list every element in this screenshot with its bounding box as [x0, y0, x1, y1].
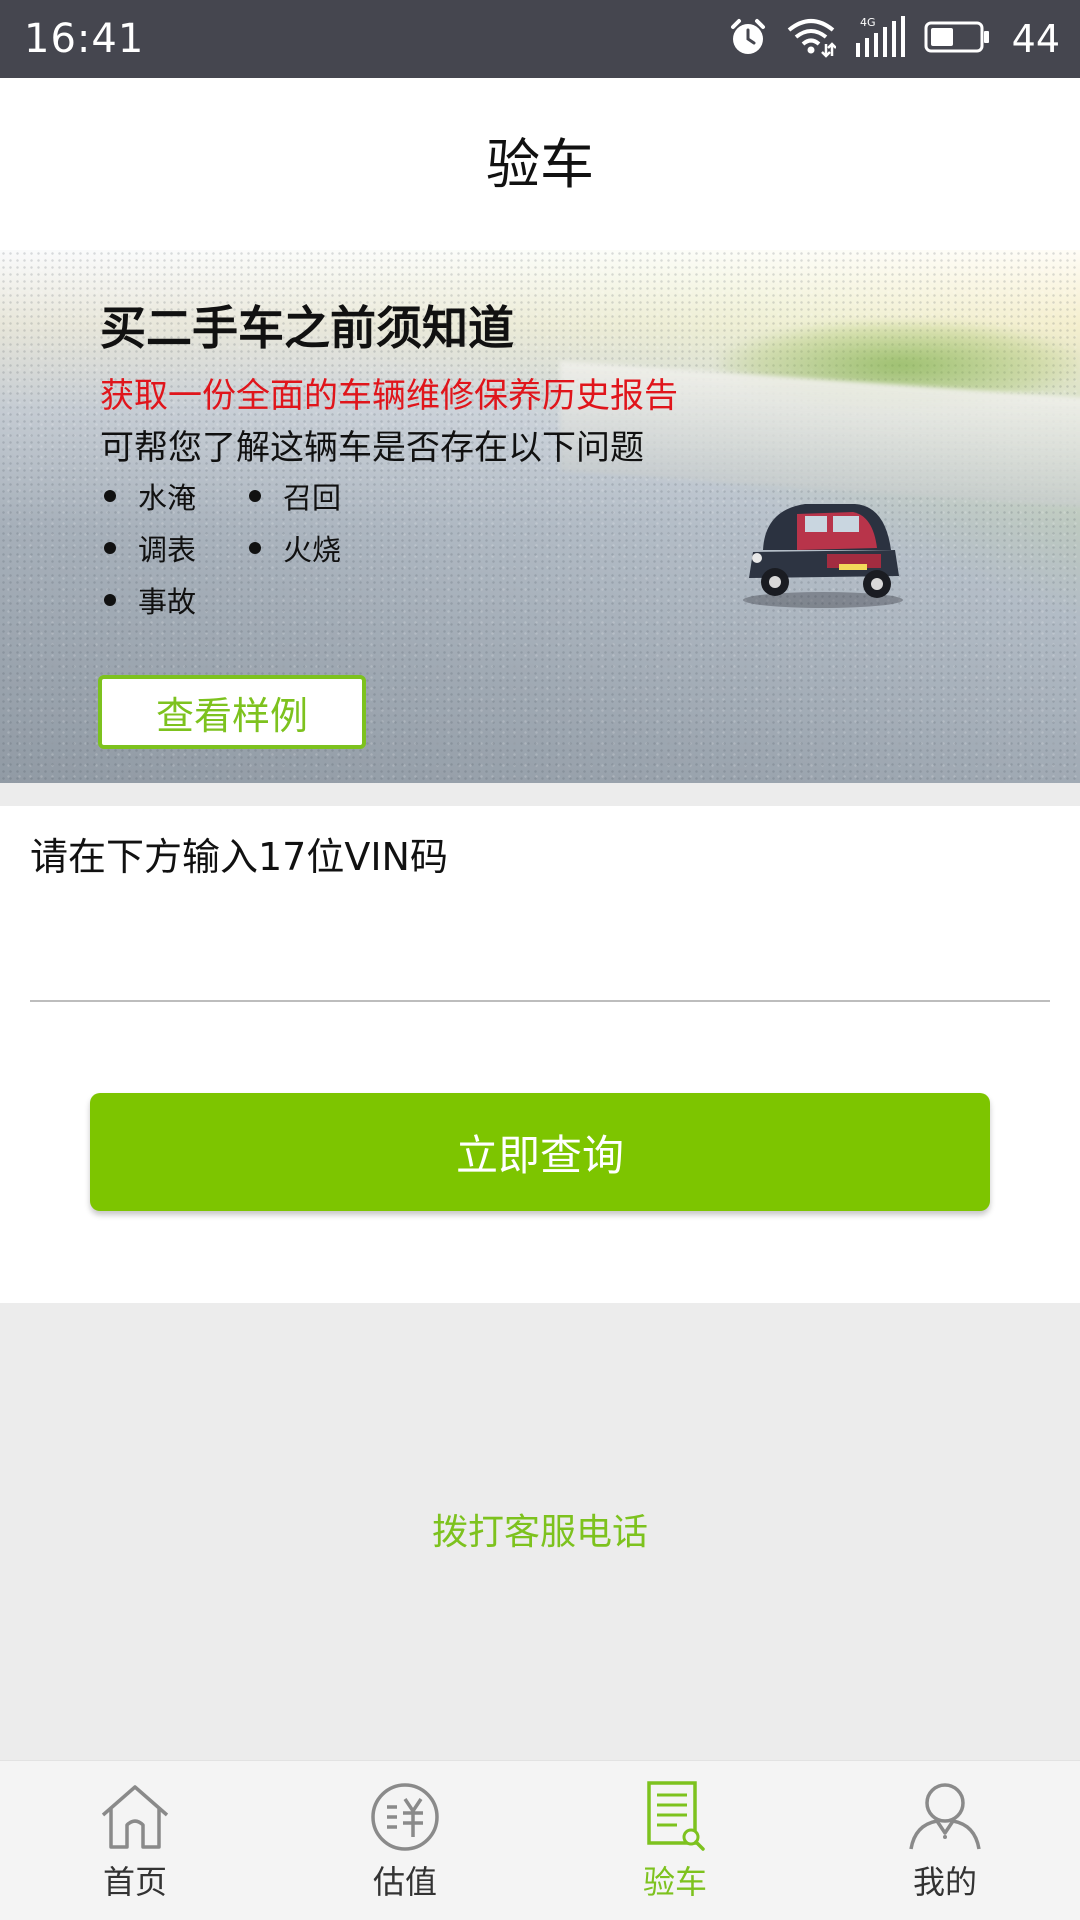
status-bar: 16:41 4G 44	[0, 0, 1080, 78]
status-time: 16:41	[24, 16, 145, 62]
issue-item: 水淹	[100, 478, 245, 515]
nav-label-valuation: 估值	[372, 1863, 437, 1901]
nav-label-home: 首页	[102, 1863, 167, 1901]
bullet-icon	[104, 542, 116, 554]
screen: 16:41 4G 44 验车 买二手车之前须知道 获取一份全面的车辆维修保养历史…	[0, 0, 1080, 1920]
bullet-icon	[104, 490, 116, 502]
call-service-link[interactable]: 拨打客服电话	[0, 1503, 1080, 1555]
title-bar: 验车	[0, 78, 1080, 250]
nav-label-inspection: 验车	[642, 1863, 707, 1901]
view-sample-button[interactable]: 查看样例	[98, 675, 366, 749]
battery-percent: 44	[1011, 17, 1060, 61]
wifi-icon	[786, 16, 837, 62]
issue-item: 事故	[100, 582, 245, 619]
bullet-icon	[249, 542, 261, 554]
query-button[interactable]: 立即查询	[90, 1093, 990, 1211]
signal-icon: 4G	[854, 15, 906, 63]
promo-banner: 买二手车之前须知道 获取一份全面的车辆维修保养历史报告 可帮您了解这辆车是否存在…	[0, 250, 1080, 783]
issue-item: 火烧	[245, 530, 390, 567]
issue-label: 调表	[138, 533, 197, 567]
issue-item: 召回	[245, 478, 390, 515]
issue-label: 召回	[283, 481, 342, 515]
bullet-icon	[249, 490, 261, 502]
nav-item-home[interactable]: 首页	[0, 1761, 270, 1920]
issue-label: 事故	[138, 585, 197, 619]
valuation-icon	[371, 1783, 439, 1851]
status-icons: 4G 44	[728, 15, 1060, 63]
banner-subtitle-red: 获取一份全面的车辆维修保养历史报告	[100, 376, 678, 416]
nav-label-mine: 我的	[912, 1863, 977, 1901]
nav-item-inspection[interactable]: 验车	[540, 1761, 810, 1920]
issue-item: 调表	[100, 530, 245, 567]
bullet-icon	[104, 594, 116, 606]
issue-label: 水淹	[138, 481, 197, 515]
network-type: 4G	[860, 16, 876, 29]
alarm-icon	[728, 17, 768, 61]
home-icon	[101, 1785, 169, 1849]
battery-icon	[924, 20, 990, 58]
banner-heading: 买二手车之前须知道	[100, 301, 514, 355]
toy-car-image	[743, 504, 903, 608]
banner-subtitle: 可帮您了解这辆车是否存在以下问题	[100, 428, 644, 468]
user-icon	[909, 1783, 981, 1850]
issue-label: 火烧	[283, 533, 342, 567]
nav-item-valuation[interactable]: 估值	[270, 1761, 540, 1920]
vin-label: 请在下方输入17位VIN码	[30, 835, 448, 879]
inspection-report-icon	[647, 1781, 705, 1851]
issue-list: 水淹 召回 调表 火烧 事故	[100, 478, 400, 619]
nav-item-mine[interactable]: 我的	[810, 1761, 1080, 1920]
vin-card: 请在下方输入17位VIN码 立即查询	[0, 806, 1080, 1303]
vin-input[interactable]	[30, 916, 1050, 1002]
page-title: 验车	[486, 132, 594, 196]
bottom-nav: 首页 估值 验车 我的	[0, 1760, 1080, 1920]
